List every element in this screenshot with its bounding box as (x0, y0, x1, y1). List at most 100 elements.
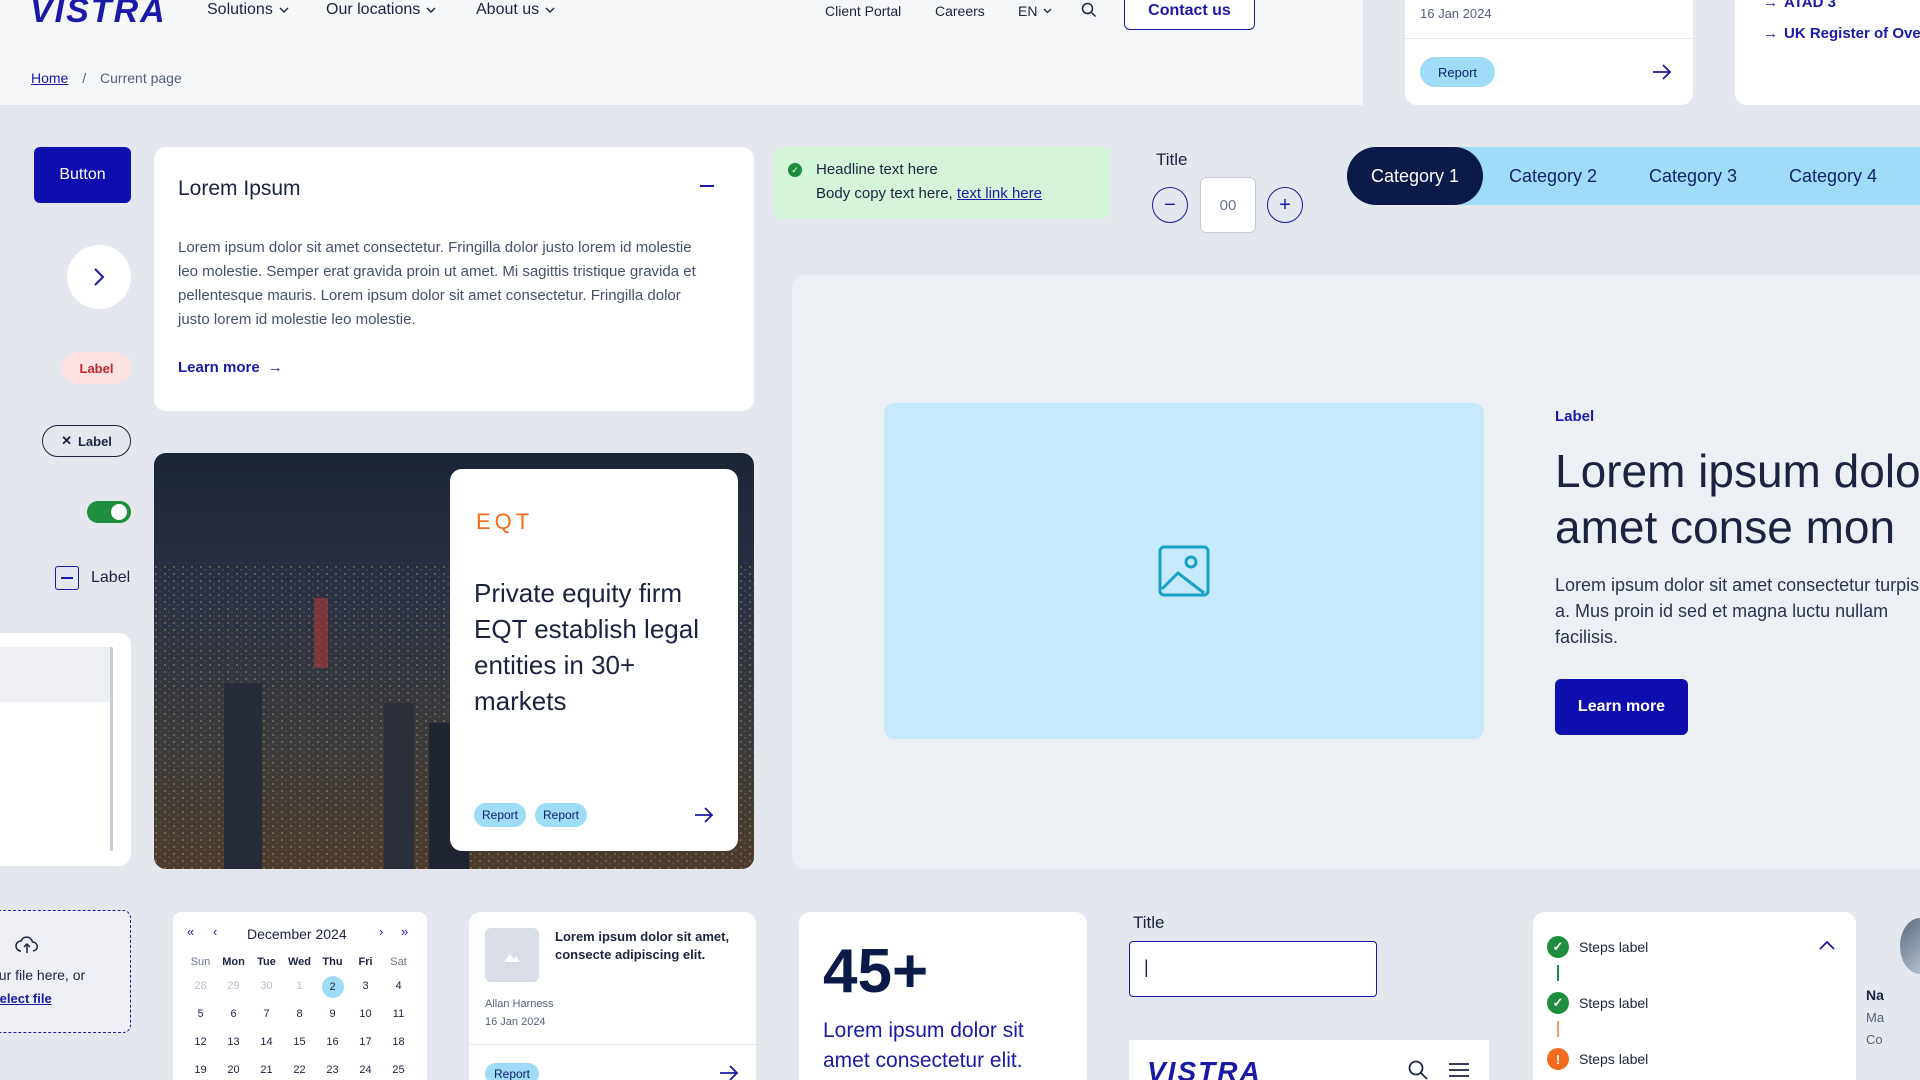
calendar-day[interactable]: 19 (184, 1060, 217, 1080)
calendar-day[interactable]: 24 (349, 1060, 382, 1080)
calendar-day[interactable]: 10 (349, 1004, 382, 1024)
nav-client-portal[interactable]: Client Portal (825, 3, 901, 19)
calendar-day-selected: 2 (321, 976, 344, 998)
collapse-icon[interactable] (700, 185, 714, 187)
calendar-day[interactable]: 13 (217, 1032, 250, 1052)
prev-year-button[interactable]: « (187, 924, 194, 939)
status-badge: Label (62, 352, 131, 384)
steps-panel: ✓ Steps label ✓ Steps label ! Steps labe… (1533, 912, 1856, 1080)
vistra-logo[interactable]: VISTRA (30, 0, 167, 31)
stat-number: 45+ (823, 937, 929, 1006)
calendar-day[interactable]: 20 (217, 1060, 250, 1080)
increment-button[interactable]: + (1267, 187, 1303, 223)
link-atad3[interactable]: → ATAD 3 (1763, 0, 1836, 11)
next-round-button[interactable] (67, 245, 131, 309)
article-card[interactable]: Lorem ipsum dolor sit amet, consecte adi… (469, 912, 756, 1080)
dropdown-list-panel[interactable] (0, 633, 131, 866)
calendar-day[interactable]: 18 (382, 1032, 415, 1052)
toggle-switch[interactable] (87, 501, 131, 523)
calendar-day[interactable]: 21 (250, 1060, 283, 1080)
calendar-day[interactable]: 9 (316, 1004, 349, 1024)
top-news-card[interactable]: 16 Jan 2024 Report (1405, 0, 1693, 105)
language-selector[interactable]: EN (1018, 3, 1052, 19)
check-circle-icon: ✓ (788, 163, 802, 177)
nav-our-locations[interactable]: Our locations (326, 1, 436, 19)
hamburger-menu-icon[interactable] (1449, 1062, 1469, 1078)
calendar-day-number: 20 (227, 1064, 240, 1076)
calendar-day[interactable]: 14 (250, 1032, 283, 1052)
article-title: Lorem ipsum dolor sit amet, consecte adi… (555, 929, 730, 962)
accordion-title[interactable]: Lorem Ipsum (178, 177, 301, 201)
plus-icon: + (1279, 193, 1291, 216)
calendar-day[interactable]: 12 (184, 1032, 217, 1052)
scrollbar[interactable] (110, 647, 113, 851)
primary-button[interactable]: Button (34, 147, 131, 203)
tab-category-1[interactable]: Category 1 (1347, 147, 1483, 205)
link-uk-register[interactable]: → UK Register of Ove (1763, 25, 1920, 42)
calendar-day[interactable]: 15 (283, 1032, 316, 1052)
accordion-panel: Lorem Ipsum Lorem ipsum dolor sit amet c… (154, 147, 754, 411)
calendar-day[interactable]: 5 (184, 1004, 217, 1024)
calendar-day[interactable]: 23 (316, 1060, 349, 1080)
calendar-day-number: 13 (227, 1036, 240, 1048)
next-month-button[interactable]: › (379, 924, 383, 939)
close-icon[interactable]: ✕ (61, 433, 72, 449)
prev-month-button[interactable]: ‹ (213, 924, 217, 939)
chevron-up-icon[interactable] (1819, 940, 1835, 950)
article-author: Allan Harness (485, 998, 554, 1010)
calendar-day-number: 16 (326, 1036, 339, 1048)
hero-section: Label Lorem ipsum dolo amet conse mon Lo… (792, 275, 1920, 869)
arrow-right-icon: → (1763, 25, 1778, 42)
calendar-day-outside[interactable]: 28 (184, 976, 217, 996)
tab-category-2[interactable]: Category 2 (1483, 147, 1623, 205)
calendar-day[interactable]: 25 (382, 1060, 415, 1080)
calendar-day[interactable]: 3 (349, 976, 382, 996)
calendar-day[interactable]: 7 (250, 1004, 283, 1024)
step-connector (1557, 965, 1559, 981)
hero-learn-more-button[interactable]: Learn more (1555, 679, 1688, 735)
checkbox-box[interactable] (55, 566, 79, 590)
calendar-day[interactable]: 4 (382, 976, 415, 996)
calendar-day-outside[interactable]: 30 (250, 976, 283, 996)
calendar-day[interactable]: 16 (316, 1032, 349, 1052)
calendar-day[interactable]: 8 (283, 1004, 316, 1024)
text-input[interactable]: | (1129, 941, 1377, 997)
calendar-day-outside[interactable]: 1 (283, 976, 316, 996)
calendar-day[interactable]: 17 (349, 1032, 382, 1052)
tab-category-4[interactable]: Category 4 (1763, 147, 1903, 205)
check-circle-icon: ✓ (1547, 992, 1569, 1014)
calendar-day[interactable]: 22 (283, 1060, 316, 1080)
learn-more-link[interactable]: Learn more → (178, 359, 283, 376)
search-icon[interactable] (1408, 1060, 1428, 1080)
filter-chip[interactable]: ✕ Label (42, 425, 131, 457)
list-item-highlighted[interactable] (0, 647, 111, 702)
breadcrumb-home[interactable]: Home (31, 70, 68, 86)
alert-text-link[interactable]: text link here (957, 185, 1042, 202)
profile-name: Na (1866, 987, 1884, 1003)
vistra-logo[interactable]: VISTRA (1147, 1056, 1262, 1080)
tab-category-3[interactable]: Category 3 (1623, 147, 1763, 205)
calendar-day-number: 6 (230, 1008, 237, 1020)
quantity-stepper[interactable]: 00 (1200, 177, 1256, 233)
step-item: ✓ Steps label (1547, 992, 1648, 1014)
nav-solutions[interactable]: Solutions (207, 1, 289, 19)
file-upload-dropzone[interactable]: our file here, or Select file (0, 910, 131, 1033)
nav-careers[interactable]: Careers (935, 3, 985, 19)
checkbox-indeterminate[interactable]: Label (55, 566, 130, 590)
feature-headline: Private equity firm EQT establish legal … (474, 578, 699, 716)
calendar-weekday: Sat (390, 956, 407, 968)
calendar-day[interactable]: 11 (382, 1004, 415, 1024)
image-placeholder (884, 403, 1484, 739)
decrement-button[interactable]: − (1152, 187, 1188, 223)
nav-about-us[interactable]: About us (476, 1, 555, 19)
calendar-day-outside[interactable]: 29 (217, 976, 250, 996)
calendar-weekday: Sun (190, 956, 211, 968)
calendar-day[interactable]: 2 (316, 976, 349, 998)
search-button[interactable] (1081, 2, 1097, 23)
select-file-link[interactable]: Select file (0, 991, 52, 1006)
calendar-day[interactable]: 6 (217, 1004, 250, 1024)
contact-us-button[interactable]: Contact us (1124, 0, 1255, 30)
feature-article-card[interactable]: EQT Private equity firm EQT establish le… (450, 469, 738, 851)
calendar-month: December 2024 (247, 926, 347, 942)
next-year-button[interactable]: » (401, 924, 408, 939)
